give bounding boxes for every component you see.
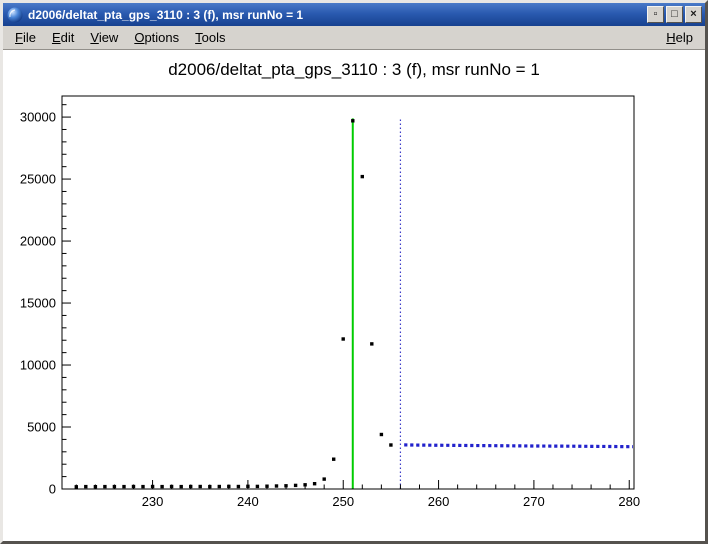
menu-edit[interactable]: Edit [44,27,82,48]
data-point [294,484,297,487]
data-point [351,119,354,122]
data-point [342,337,345,340]
menu-options[interactable]: Options [126,27,187,48]
data-point [389,443,392,446]
menu-help[interactable]: Help [658,27,701,48]
data-point [323,477,326,480]
menu-file[interactable]: File [7,27,44,48]
x-tick-label: 250 [332,494,354,509]
y-tick-label: 10000 [20,358,56,373]
menubar: FileEditViewOptionsTools Help [3,26,705,50]
data-point [370,342,373,345]
data-point [160,485,163,488]
y-tick-label: 0 [49,482,56,497]
data-point [237,485,240,488]
background-level-line [404,445,633,447]
application-window: d2006/deltat_pta_gps_3110 : 3 (f), msr r… [0,0,708,544]
titlebar[interactable]: d2006/deltat_pta_gps_3110 : 3 (f), msr r… [3,3,705,26]
minimize-button[interactable]: ▫ [647,6,664,23]
menubar-right: Help [658,27,701,48]
data-point [313,482,316,485]
plot-canvas[interactable]: d2006/deltat_pta_gps_3110 : 3 (f), msr r… [3,50,705,541]
y-tick-label: 30000 [20,110,56,125]
data-point [103,485,106,488]
x-tick-label: 230 [142,494,164,509]
menu-tools[interactable]: Tools [187,27,233,48]
plot-svg: 230 240 250 260 270 280 0 5000 10000 15000 20000 25… [3,50,705,541]
data-point [332,458,335,461]
x-tick-label: 280 [618,494,640,509]
y-tick-label: 5000 [27,420,56,435]
data-point [199,485,202,488]
data-point [180,485,183,488]
data-point [361,175,364,178]
y-tick-label: 20000 [20,234,56,249]
menubar-left: FileEditViewOptionsTools [7,27,234,48]
app-icon [6,6,23,23]
titlebar-buttons: ▫ □ × [645,6,702,23]
data-point [141,485,144,488]
y-tick-label: 15000 [20,296,56,311]
data-point [275,484,278,487]
maximize-button[interactable]: □ [666,6,683,23]
x-tick-label: 270 [523,494,545,509]
data-point [84,485,87,488]
data-point [122,485,125,488]
close-button[interactable]: × [685,6,702,23]
data-point [218,485,221,488]
plot-frame [62,96,634,489]
data-point [256,485,259,488]
x-tick-label: 260 [428,494,450,509]
menu-view[interactable]: View [82,27,126,48]
window-title: d2006/deltat_pta_gps_3110 : 3 (f), msr r… [28,8,645,22]
x-tick-label: 240 [237,494,259,509]
y-tick-label: 25000 [20,172,56,187]
data-point [380,433,383,436]
